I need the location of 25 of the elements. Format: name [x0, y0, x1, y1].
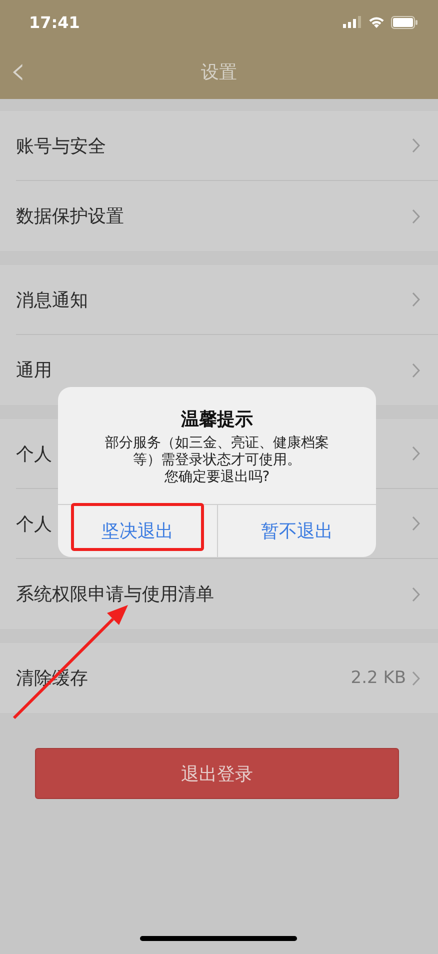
chevron-icon — [412, 292, 420, 307]
chevron-icon — [412, 516, 420, 531]
logout-button[interactable]: 退出登录 — [35, 748, 399, 799]
settings-row[interactable]: 系统权限申请与使用清单 — [16, 559, 438, 629]
dialog-title: 温馨提示 — [180, 408, 254, 431]
dialog-button[interactable]: 暂不退出 — [216, 505, 376, 557]
page-title: 设置 — [201, 60, 237, 84]
chevron-icon — [412, 670, 420, 686]
chevron-icon — [412, 446, 420, 461]
status-time: 17:41 — [29, 12, 80, 32]
settings-row[interactable]: 通用 — [16, 335, 438, 405]
dialog-question: 您确定要退出吗? — [164, 469, 270, 486]
wifi-icon — [368, 16, 385, 28]
dialog-message: 部分服务（如三金、亮证、健康档案等）需登录状态才可使用。 — [104, 435, 330, 469]
battery-icon — [391, 16, 418, 28]
chevron-icon — [412, 208, 420, 224]
home-indicator[interactable] — [140, 936, 297, 941]
settings-row[interactable]: 消息通知 — [16, 265, 438, 335]
chevron-icon — [412, 586, 420, 602]
chevron-icon — [412, 138, 420, 153]
dialog-button[interactable]: 坚决退出 — [58, 505, 216, 557]
signal-icon — [343, 16, 362, 28]
settings-row[interactable]: 数据保护设置 — [16, 181, 438, 251]
chevron-icon — [412, 362, 420, 378]
settings-row[interactable]: 账号与安全 — [16, 111, 438, 181]
